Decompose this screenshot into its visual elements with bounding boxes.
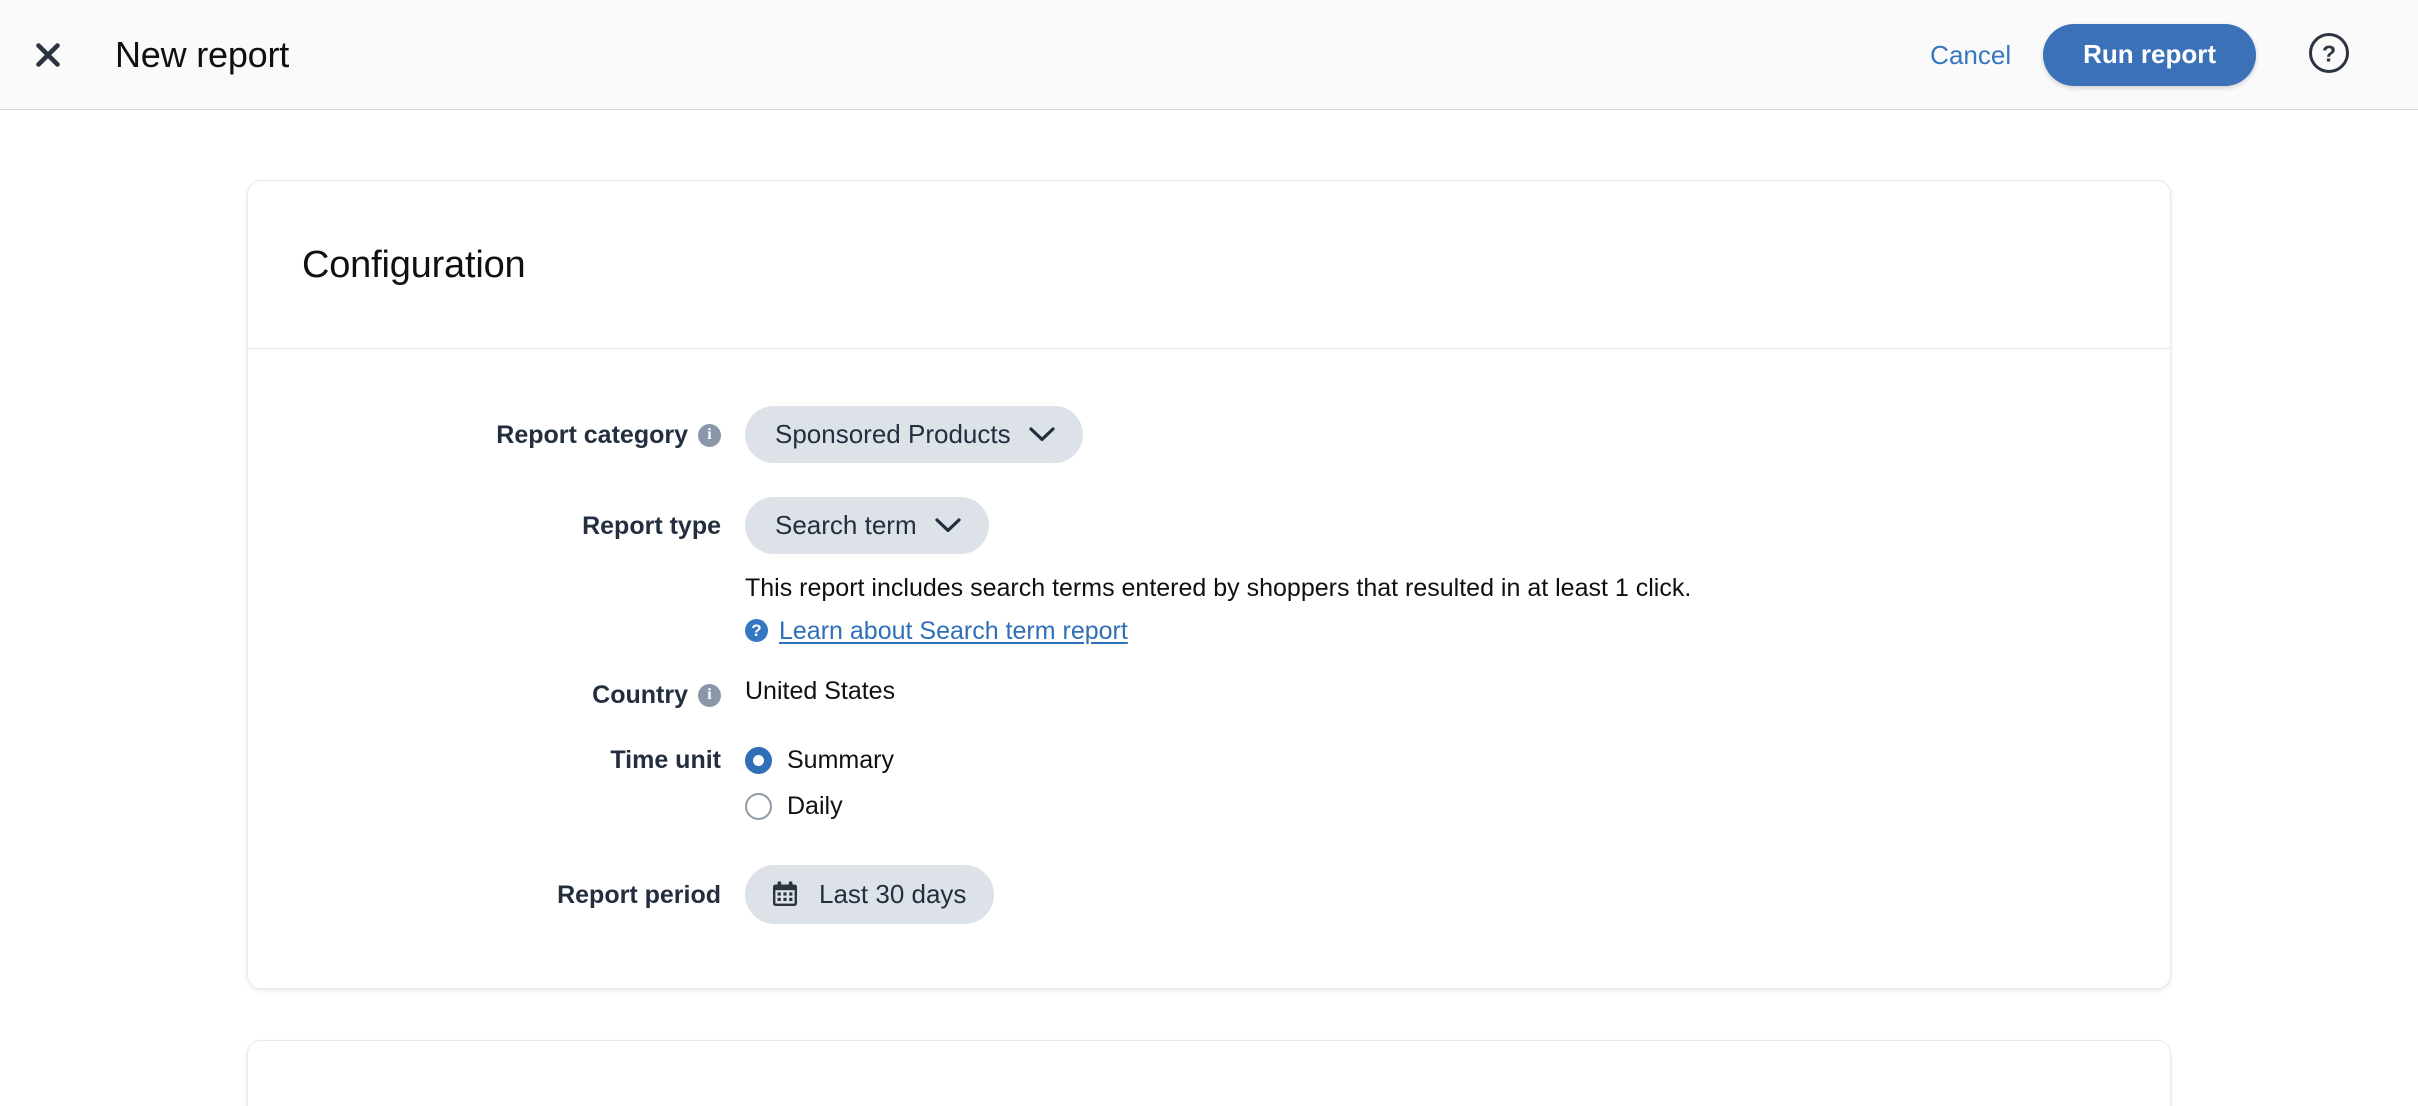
report-category-label: Report category (496, 421, 688, 449)
report-period-picker[interactable]: Last 30 days (745, 864, 995, 924)
card-title: Configuration (302, 243, 526, 286)
report-period-value: Last 30 days (819, 878, 967, 909)
learn-about-report-link[interactable]: Learn about Search term report (779, 616, 1128, 646)
time-unit-row: Time unit Summary Daily (302, 741, 2116, 827)
report-category-value: Sponsored Products (775, 419, 1011, 449)
calendar-icon (771, 880, 799, 908)
close-button[interactable] (22, 29, 74, 81)
report-category-row: Report category i Sponsored Products (302, 406, 2116, 465)
time-unit-option-daily-label: Daily (787, 792, 843, 820)
radio-selected-icon (745, 747, 772, 774)
time-unit-label: Time unit (610, 746, 721, 774)
time-unit-label-cell: Time unit (302, 741, 745, 781)
country-value: United States (745, 676, 896, 705)
configuration-card-body: Report category i Sponsored Products Rep… (248, 349, 2170, 988)
report-period-field: Last 30 days (745, 864, 2116, 924)
report-type-row: Report type Search term This report incl… (302, 497, 2116, 646)
time-unit-radio-group: Summary Daily (745, 741, 2116, 827)
country-label: Country (592, 681, 688, 709)
report-period-row: Report period Last 30 days (302, 864, 2116, 926)
run-report-button[interactable]: Run report (2043, 23, 2256, 86)
configuration-card-header: Configuration (248, 181, 2170, 349)
report-type-label: Report type (582, 512, 721, 540)
report-type-value: Search term (775, 510, 917, 540)
time-unit-option-daily[interactable]: Daily (745, 787, 2116, 827)
secondary-card-partial (247, 1039, 2171, 1106)
question-circle-icon: ? (745, 619, 768, 642)
report-type-description: This report includes search terms entere… (745, 574, 1692, 602)
info-icon[interactable]: i (698, 684, 721, 707)
report-period-label: Report period (557, 880, 721, 909)
country-label-cell: Country i (302, 676, 745, 716)
top-header-bar: New report Cancel Run report ? (0, 0, 2418, 110)
report-period-label-cell: Report period (302, 865, 745, 926)
learn-about-report-link-row[interactable]: ? Learn about Search term report (745, 616, 1128, 646)
chevron-down-icon (935, 517, 961, 533)
help-button[interactable]: ? (2302, 28, 2356, 82)
report-category-dropdown[interactable]: Sponsored Products (745, 406, 1083, 463)
country-row: Country i United States (302, 676, 2116, 716)
report-type-label-cell: Report type (302, 497, 745, 556)
page-title: New report (115, 33, 290, 75)
configuration-card: Configuration Report category i Sponsore… (247, 180, 2171, 989)
radio-unselected-icon (745, 793, 772, 820)
chevron-down-icon (1028, 426, 1055, 442)
cancel-button[interactable]: Cancel (1924, 32, 2017, 78)
country-field: United States (745, 676, 2116, 704)
report-type-dropdown[interactable]: Search term (745, 497, 989, 554)
report-category-label-cell: Report category i (302, 406, 745, 465)
report-type-field: Search term This report includes search … (745, 497, 2116, 646)
time-unit-option-summary-label: Summary (787, 746, 894, 774)
report-category-field: Sponsored Products (745, 406, 2116, 463)
time-unit-field: Summary Daily (745, 741, 2116, 827)
close-icon (32, 39, 64, 71)
help-circle-icon: ? (2306, 30, 2352, 79)
svg-text:?: ? (2322, 41, 2336, 67)
page-content: Configuration Report category i Sponsore… (0, 110, 2418, 1106)
info-icon[interactable]: i (698, 424, 721, 447)
time-unit-option-summary[interactable]: Summary (745, 741, 2116, 781)
